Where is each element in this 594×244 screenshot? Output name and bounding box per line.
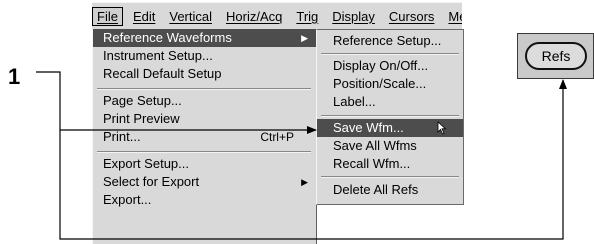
refs-button[interactable]: Refs bbox=[517, 33, 594, 79]
menu-trig[interactable]: Trig bbox=[292, 8, 322, 25]
submenu-arrow-icon: ▶ bbox=[301, 33, 308, 43]
menu-item-instrument-setup[interactable]: Instrument Setup... bbox=[93, 47, 316, 65]
menu-item-export[interactable]: Export... bbox=[93, 191, 316, 209]
submenu-item-reference-setup[interactable]: Reference Setup... bbox=[317, 32, 463, 50]
menu-edit[interactable]: Edit bbox=[129, 8, 159, 25]
menu-item-label: Export Setup... bbox=[103, 156, 189, 171]
menu-item-label: Display On/Off... bbox=[333, 58, 429, 73]
submenu-item-label[interactable]: Label... bbox=[317, 93, 463, 111]
menu-separator bbox=[97, 88, 311, 90]
menu-meas[interactable]: Meas bbox=[444, 8, 462, 25]
menu-item-page-setup[interactable]: Page Setup... bbox=[93, 92, 316, 110]
submenu-arrow-icon: ▶ bbox=[301, 177, 308, 187]
menu-item-label: Page Setup... bbox=[103, 93, 182, 108]
submenu-item-save-all-wfms[interactable]: Save All Wfms bbox=[317, 137, 463, 155]
menu-separator bbox=[97, 151, 311, 153]
menu-item-label: Print... bbox=[103, 129, 141, 144]
menu-item-print-preview[interactable]: Print Preview bbox=[93, 110, 316, 128]
reference-waveforms-submenu: Reference Setup... Display On/Off... Pos… bbox=[316, 29, 464, 205]
menu-item-label: Export... bbox=[103, 192, 152, 207]
menu-item-label: Select for Export bbox=[103, 174, 200, 189]
menu-item-label: Label... bbox=[333, 94, 376, 109]
menu-item-label: Print Preview bbox=[103, 111, 180, 126]
submenu-item-recall-wfm[interactable]: Recall Wfm... bbox=[317, 155, 463, 173]
menu-bar: File Edit Vertical Horiz/Acq Trig Displa… bbox=[92, 2, 462, 30]
menu-separator bbox=[321, 115, 459, 117]
file-menu: Reference Waveforms ▶ Instrument Setup..… bbox=[92, 29, 317, 244]
submenu-item-delete-all-refs[interactable]: Delete All Refs bbox=[317, 181, 463, 199]
menu-item-label: Save Wfm... bbox=[333, 120, 404, 135]
menu-item-print[interactable]: Print... Ctrl+P bbox=[93, 128, 316, 146]
menu-item-label: Position/Scale... bbox=[333, 76, 427, 91]
menu-display[interactable]: Display bbox=[328, 8, 379, 25]
menu-horiz-acq[interactable]: Horiz/Acq bbox=[222, 8, 286, 25]
menu-file[interactable]: File bbox=[92, 6, 123, 26]
menu-item-label: Save All Wfms bbox=[333, 138, 417, 153]
menu-vertical[interactable]: Vertical bbox=[165, 8, 216, 25]
menu-item-label: Delete All Refs bbox=[333, 182, 419, 197]
menu-item-select-for-export[interactable]: Select for Export ▶ bbox=[93, 173, 316, 191]
menu-item-export-setup[interactable]: Export Setup... bbox=[93, 155, 316, 173]
menu-item-reference-waveforms[interactable]: Reference Waveforms ▶ bbox=[93, 29, 316, 47]
mouse-pointer-icon bbox=[437, 121, 447, 135]
menu-item-recall-default-setup[interactable]: Recall Default Setup bbox=[93, 65, 316, 83]
menu-item-label: Recall Default Setup bbox=[103, 66, 222, 81]
menu-cursors[interactable]: Cursors bbox=[385, 8, 439, 25]
menu-item-label: Recall Wfm... bbox=[333, 156, 411, 171]
menu-separator bbox=[321, 53, 459, 55]
menu-item-label: Instrument Setup... bbox=[103, 48, 213, 63]
submenu-item-save-wfm[interactable]: Save Wfm... bbox=[317, 119, 463, 137]
menu-separator bbox=[321, 176, 459, 178]
accelerator-label: Ctrl+P bbox=[260, 130, 294, 144]
refs-button-label: Refs bbox=[525, 42, 587, 70]
menu-item-label: Reference Waveforms bbox=[103, 30, 232, 45]
callout-number: 1 bbox=[8, 64, 21, 89]
submenu-item-position-scale[interactable]: Position/Scale... bbox=[317, 75, 463, 93]
submenu-item-display-on-off[interactable]: Display On/Off... bbox=[317, 57, 463, 75]
menu-item-label: Reference Setup... bbox=[333, 33, 442, 48]
